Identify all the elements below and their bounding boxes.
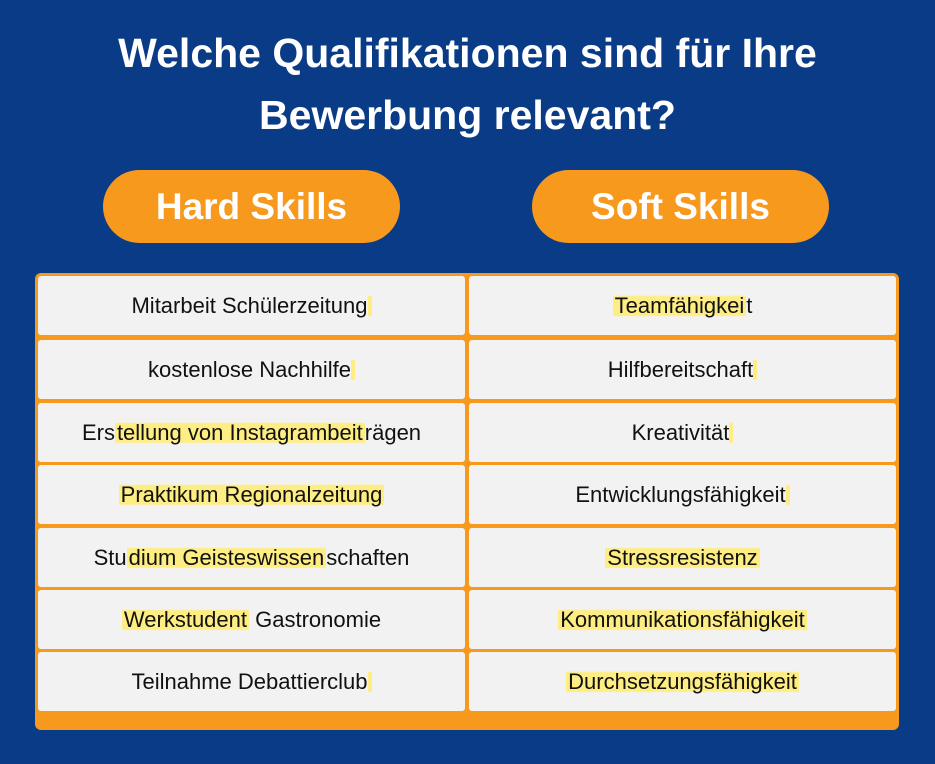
- soft-skills-header: Soft Skills: [532, 170, 829, 243]
- text-highlight: [351, 357, 355, 382]
- text-highlight: [785, 482, 790, 507]
- skills-table: Mitarbeit Schülerzeitung kostenlose Nach…: [35, 273, 899, 730]
- text-plain: Ers: [81, 420, 115, 445]
- text-highlight: tellung von Instagrambeit: [114, 420, 365, 445]
- hard-skill-cell: Erstellung von Instagrambeiträgen: [38, 403, 465, 462]
- text-plain: Kreativität: [631, 420, 730, 445]
- text-highlight: Stressresistenz: [605, 545, 760, 570]
- soft-skill-cell: Kommunikationsfähigkeit: [469, 590, 896, 649]
- hard-skill-cell: Mitarbeit Schülerzeitung: [38, 276, 465, 335]
- title-line-2: Bewerbung relevant?: [259, 92, 676, 138]
- hard-skill-cell: Teilnahme Debattierclub: [38, 652, 465, 711]
- soft-skill-cell: Hilfbereitschaft: [469, 340, 896, 399]
- page-title: Welche Qualifikationen sind für Ihre Bew…: [0, 22, 935, 146]
- text-highlight: [367, 293, 372, 318]
- text-highlight: Praktikum Regionalzeitung: [118, 482, 385, 507]
- soft-skill-cell: Kreativität: [469, 403, 896, 462]
- text-highlight: [729, 420, 734, 445]
- text-plain: Teilnahme Debattierclub: [131, 669, 368, 694]
- soft-skill-cell: Teamfähigkeit: [469, 276, 896, 335]
- text-plain: Gastronomie: [249, 607, 382, 632]
- soft-skill-cell: Stressresistenz: [469, 528, 896, 587]
- text-highlight: [753, 357, 758, 382]
- text-plain: schaften: [326, 545, 410, 570]
- text-highlight: Durchsetzungsfähigkeit: [566, 669, 799, 694]
- soft-skill-cell: Durchsetzungsfähigkeit: [469, 652, 896, 711]
- title-line-1: Welche Qualifikationen sind für Ihre: [118, 30, 817, 76]
- text-plain: rägen: [364, 420, 422, 445]
- text-highlight: Werkstudent: [121, 607, 250, 632]
- text-plain: kostenlose Nachhilfe: [147, 357, 351, 382]
- soft-skill-cell: Entwicklungsfähigkeit: [469, 465, 896, 524]
- text-plain: t: [746, 293, 753, 318]
- text-highlight: [367, 669, 372, 694]
- text-highlight: Teamfähigkei: [612, 293, 747, 318]
- hard-skill-cell: Studium Geisteswissenschaften: [38, 528, 465, 587]
- text-plain: Hilfbereitschaft: [607, 357, 754, 382]
- text-highlight: Kommunikationsfähigkeit: [558, 607, 807, 632]
- text-plain: Entwicklungsfähigkeit: [575, 482, 786, 507]
- hard-skill-cell: Praktikum Regionalzeitung: [38, 465, 465, 524]
- text-highlight: dium Geisteswissen: [126, 545, 327, 570]
- hard-skill-cell: Werkstudent Gastronomie: [38, 590, 465, 649]
- hard-skills-header: Hard Skills: [103, 170, 400, 243]
- text-plain: Stu: [93, 545, 127, 570]
- text-plain: Mitarbeit Schülerzeitung: [131, 293, 368, 318]
- hard-skill-cell: kostenlose Nachhilfe: [38, 340, 465, 399]
